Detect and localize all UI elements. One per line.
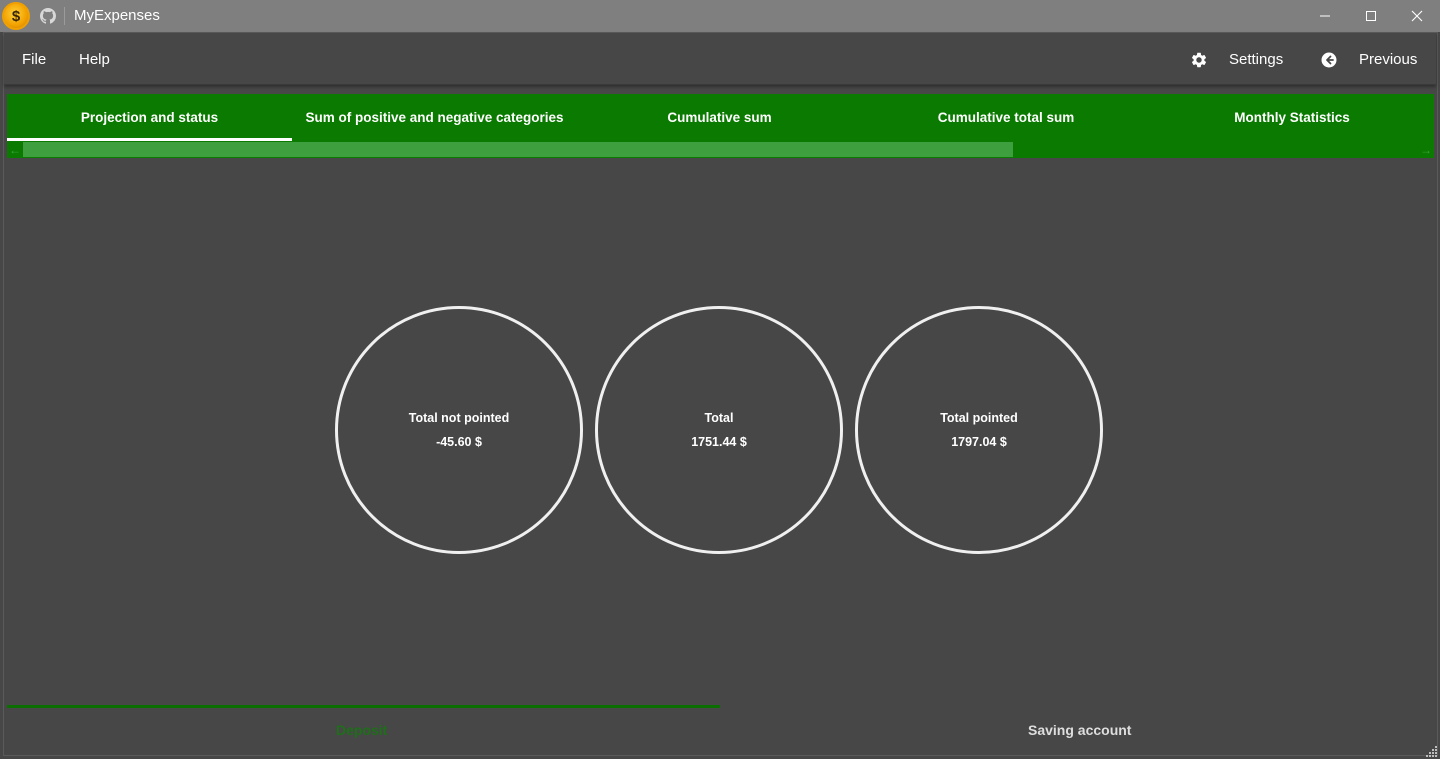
resize-grip-icon[interactable] [1426, 745, 1438, 757]
close-icon [1411, 10, 1423, 22]
maximize-icon [1366, 11, 1376, 21]
total-circle: Total 1751.44 $ [595, 306, 843, 554]
total-not-pointed-circle: Total not pointed -45.60 $ [335, 306, 583, 554]
tab-cumulative-total-sum[interactable]: Cumulative total sum [862, 94, 1150, 141]
github-icon[interactable] [40, 8, 56, 24]
tab-scrollbar[interactable]: ← → [7, 141, 1434, 158]
total-label: Total [704, 411, 734, 425]
scroll-right-arrow-icon[interactable]: → [1418, 141, 1434, 158]
gear-icon[interactable] [1190, 51, 1208, 69]
total-not-pointed-value: -45.60 $ [436, 435, 482, 449]
app-coin-icon: $ [2, 2, 30, 30]
previous-button[interactable]: Previous [1359, 51, 1417, 68]
selected-account-indicator [7, 705, 720, 708]
account-tab-saving[interactable]: Saving account [1028, 722, 1131, 738]
maximize-button[interactable] [1348, 0, 1394, 32]
window-title: MyExpenses [74, 7, 160, 24]
menu-help[interactable]: Help [79, 51, 110, 68]
tab-cumulative-sum[interactable]: Cumulative sum [577, 94, 862, 141]
minimize-button[interactable] [1302, 0, 1348, 32]
tab-monthly-statistics[interactable]: Monthly Statistics [1150, 94, 1434, 141]
chart-tab-strip: Projection and status Sum of positive an… [7, 94, 1434, 158]
total-not-pointed-label: Total not pointed [408, 411, 510, 425]
settings-button[interactable]: Settings [1229, 51, 1283, 68]
menu-file[interactable]: File [22, 51, 46, 68]
title-separator [64, 7, 65, 25]
total-pointed-circle: Total pointed 1797.04 $ [855, 306, 1103, 554]
total-value: 1751.44 $ [691, 435, 747, 449]
minimize-icon [1320, 15, 1330, 17]
tab-scroll-thumb[interactable] [23, 142, 1013, 157]
title-bar: $ MyExpenses [0, 0, 1440, 32]
arrow-left-circle-icon[interactable] [1321, 52, 1337, 68]
tab-projection-and-status[interactable]: Projection and status [7, 94, 292, 141]
total-pointed-value: 1797.04 $ [951, 435, 1007, 449]
close-button[interactable] [1394, 0, 1440, 32]
tab-scroll-track[interactable] [23, 142, 1418, 157]
tab-sum-positive-negative[interactable]: Sum of positive and negative categories [292, 94, 577, 141]
total-pointed-label: Total pointed [940, 411, 1018, 425]
account-tab-deposit[interactable]: Deposit [336, 722, 387, 738]
scroll-left-arrow-icon[interactable]: ← [7, 141, 23, 158]
menu-bar: File Help Settings Previous [4, 33, 1436, 85]
